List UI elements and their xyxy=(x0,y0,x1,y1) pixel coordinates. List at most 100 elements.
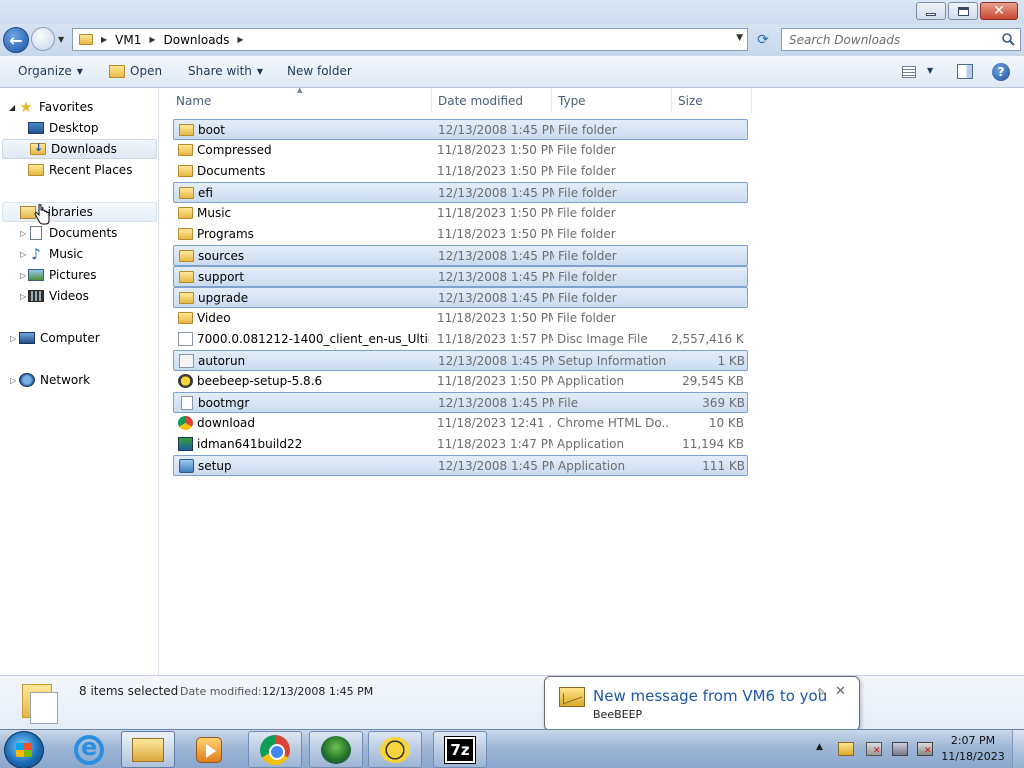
nav-label: Documents xyxy=(49,226,118,240)
preview-pane-icon[interactable] xyxy=(957,64,973,79)
file-row[interactable]: Compressed 11/18/2023 1:50 PM File folder xyxy=(173,140,748,161)
recent-pages-dropdown[interactable]: ▼ xyxy=(58,35,64,44)
refresh-button[interactable]: ⟳ xyxy=(752,28,774,51)
nav-downloads[interactable]: Downloads xyxy=(2,139,157,159)
breadcrumb-downloads[interactable]: Downloads xyxy=(164,33,230,47)
file-row[interactable]: efi 12/13/2008 1:45 PM File folder xyxy=(173,182,748,203)
file-row[interactable]: 7000.0.081212-1400_client_en-us_Ultimat.… xyxy=(173,329,748,350)
notification-balloon[interactable]: New message from VM6 to you BeeBEEP ✎ ✕ xyxy=(544,676,860,731)
open-button[interactable]: Open xyxy=(109,64,162,78)
tray-action-center-icon[interactable]: ✕ xyxy=(866,742,882,756)
refresh-icon: ⟳ xyxy=(757,31,769,48)
search-box[interactable] xyxy=(781,28,1021,51)
nav-videos[interactable]: Videos xyxy=(28,286,89,306)
file-row[interactable]: Documents 11/18/2023 1:50 PM File folder xyxy=(173,161,748,182)
clock-date: 11/18/2023 xyxy=(941,750,1005,763)
file-row[interactable]: beebeep-setup-5.8.6 11/18/2023 1:50 PM App… xyxy=(173,371,748,392)
column-header-type[interactable]: Type xyxy=(552,89,672,113)
collapse-triangle-icon[interactable]: ◢ xyxy=(9,103,15,112)
nav-libraries[interactable]: Libraries xyxy=(2,202,157,222)
file-icon xyxy=(181,396,193,410)
expand-triangle-icon[interactable]: ▷ xyxy=(20,271,26,280)
open-folder-icon xyxy=(109,64,125,78)
address-bar[interactable]: ▶ VM1 ▶ Downloads ▶ ▼ xyxy=(72,28,748,51)
taskbar-beebeep[interactable] xyxy=(368,731,422,768)
expand-triangle-icon[interactable]: ▷ xyxy=(20,229,26,238)
nav-recent-places[interactable]: Recent Places xyxy=(28,160,132,180)
nav-desktop[interactable]: Desktop xyxy=(28,118,99,138)
expand-triangle-icon[interactable]: ▷ xyxy=(20,292,26,301)
file-size: 10 KB xyxy=(708,416,744,430)
file-row[interactable]: setup 12/13/2008 1:45 PM Application 111 KB xyxy=(173,455,748,476)
change-view-icon[interactable] xyxy=(902,66,916,78)
share-with-button[interactable]: Share with ▼ xyxy=(188,64,263,78)
notification-title: New message from VM6 to you xyxy=(593,687,828,705)
taskbar-media-player[interactable] xyxy=(182,731,236,768)
file-row[interactable]: download 11/18/2023 12:41 ... Chrome HTML … xyxy=(173,413,748,434)
file-row[interactable]: Music 11/18/2023 1:50 PM File folder xyxy=(173,203,748,224)
close-button[interactable]: ✕ xyxy=(980,2,1018,20)
file-row[interactable]: upgrade 12/13/2008 1:45 PM File folder xyxy=(173,287,748,308)
nav-computer[interactable]: Computer xyxy=(19,328,100,348)
expand-triangle-icon[interactable]: ▷ xyxy=(10,334,16,343)
breadcrumb-chevron-icon[interactable]: ▶ xyxy=(149,35,155,44)
taskbar-idm[interactable] xyxy=(309,731,363,768)
nav-label: Videos xyxy=(49,289,89,303)
forward-button[interactable] xyxy=(31,27,55,51)
nav-label: Downloads xyxy=(51,142,117,156)
show-desktop-button[interactable] xyxy=(1012,730,1024,768)
file-row[interactable]: autorun 12/13/2008 1:45 PM Setup Informati… xyxy=(173,350,748,371)
tray-message-icon[interactable] xyxy=(838,742,854,756)
back-button[interactable]: ← xyxy=(3,27,29,53)
file-row[interactable]: bootmgr 12/13/2008 1:45 PM File 369 KB xyxy=(173,392,748,413)
column-header-date-modified[interactable]: Date modified xyxy=(432,89,552,113)
new-folder-button[interactable]: New folder xyxy=(287,64,352,78)
nav-label: Recent Places xyxy=(49,163,133,177)
file-row[interactable]: support 12/13/2008 1:45 PM File folder xyxy=(173,266,748,287)
breadcrumb-chevron-icon[interactable]: ▶ xyxy=(237,35,243,44)
close-notification-icon[interactable]: ✕ xyxy=(835,684,846,699)
minimize-button[interactable] xyxy=(916,2,946,20)
nav-label: Desktop xyxy=(49,121,99,135)
expand-triangle-icon[interactable]: ▷ xyxy=(10,376,16,385)
file-row[interactable]: boot 12/13/2008 1:45 PM File folder xyxy=(173,119,748,140)
show-hidden-icons-icon[interactable]: ▲ xyxy=(816,742,823,752)
breadcrumb-vm1[interactable]: VM1 xyxy=(115,33,141,47)
options-icon[interactable]: ✎ xyxy=(817,686,826,699)
desktop-icon xyxy=(28,122,44,134)
folder-icon xyxy=(79,34,93,45)
file-row[interactable]: Video 11/18/2023 1:50 PM File folder xyxy=(173,308,748,329)
file-row[interactable]: idman641build22 11/18/2023 1:47 PM Applica… xyxy=(173,434,748,455)
network-icon xyxy=(19,373,35,387)
help-icon[interactable]: ? xyxy=(992,63,1010,81)
search-icon[interactable] xyxy=(1001,32,1015,46)
nav-network[interactable]: Network xyxy=(19,370,90,390)
taskbar-chrome[interactable] xyxy=(248,731,302,768)
start-button[interactable] xyxy=(4,731,44,768)
taskbar-internet-explorer[interactable] xyxy=(62,731,116,768)
system-clock[interactable]: 2:07 PM 11/18/2023 xyxy=(940,733,1006,765)
chrome-icon xyxy=(260,734,290,765)
search-input[interactable] xyxy=(789,32,989,47)
beebeep-icon xyxy=(380,736,410,763)
tray-network-icon[interactable] xyxy=(892,742,908,756)
organize-button[interactable]: Organize ▼ xyxy=(18,64,83,78)
folder-icon xyxy=(178,207,193,219)
view-options-chevron-icon[interactable]: ▼ xyxy=(927,66,933,75)
expand-triangle-icon[interactable]: ▷ xyxy=(20,250,26,259)
computer-icon xyxy=(19,332,35,344)
nav-pictures[interactable]: Pictures xyxy=(28,265,97,285)
taskbar-7zip[interactable]: 7z xyxy=(433,731,487,768)
nav-music[interactable]: ♪ Music xyxy=(28,244,83,264)
file-row[interactable]: sources 12/13/2008 1:45 PM File folder xyxy=(173,245,748,266)
nav-favorites[interactable]: ★ Favorites xyxy=(18,97,93,117)
column-header-size[interactable]: Size xyxy=(672,89,752,113)
address-dropdown-icon[interactable]: ▼ xyxy=(736,33,743,43)
file-row[interactable]: Programs 11/18/2023 1:50 PM File folder xyxy=(173,224,748,245)
nav-documents[interactable]: Documents xyxy=(28,223,117,243)
taskbar-windows-explorer[interactable] xyxy=(121,731,175,768)
breadcrumb-chevron-icon[interactable]: ▶ xyxy=(101,35,107,44)
chevron-down-icon: ▼ xyxy=(256,66,264,76)
tray-volume-icon[interactable]: ✕ xyxy=(917,742,933,756)
maximize-button[interactable] xyxy=(948,2,978,20)
